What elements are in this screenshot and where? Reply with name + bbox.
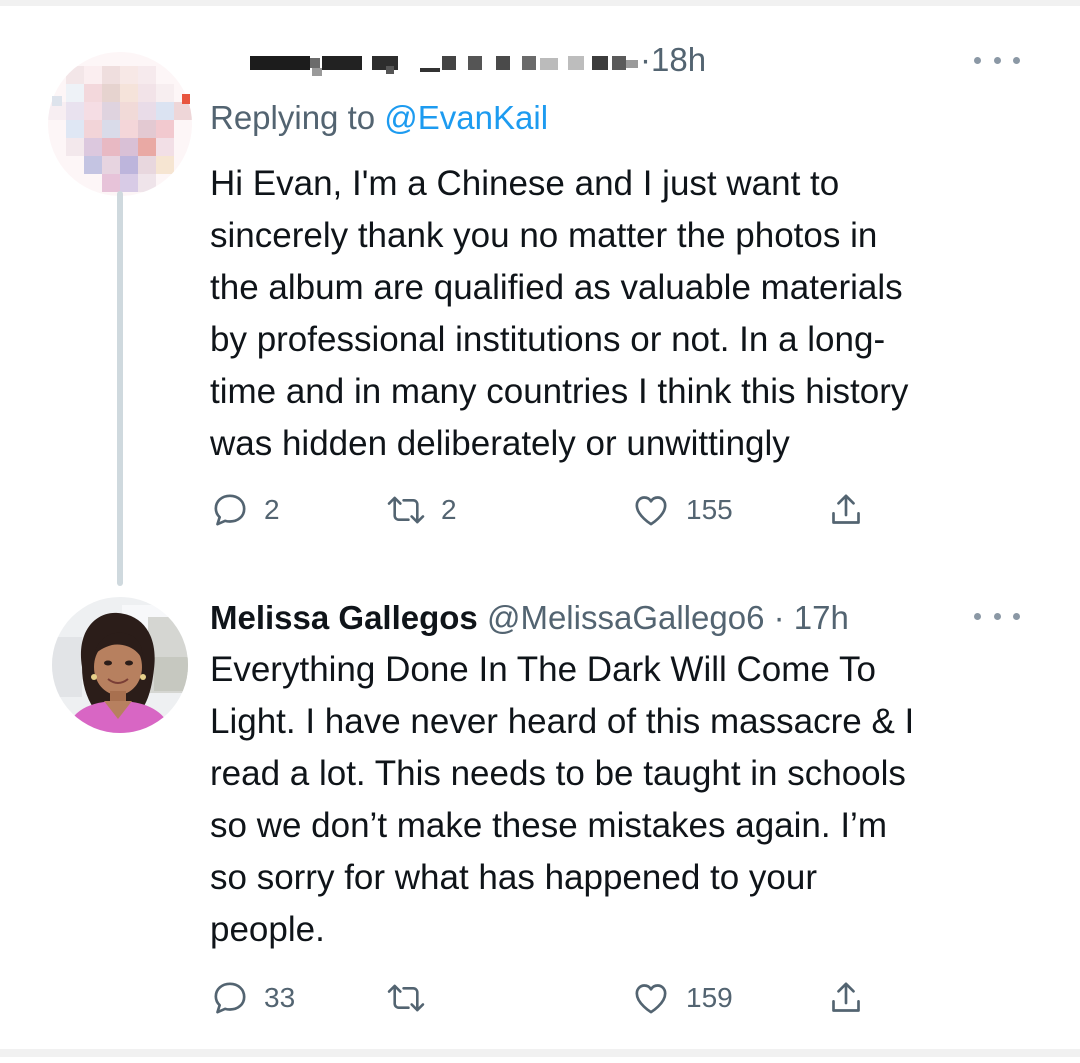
heart-icon	[630, 978, 672, 1018]
separator-dot: ·	[640, 41, 651, 78]
replying-to-line: Replying to @EvanKail	[210, 98, 548, 138]
reply-count: 33	[264, 982, 296, 1013]
avatar-profile-photo-icon[interactable]	[52, 597, 188, 733]
retweet-count: 2	[441, 494, 457, 525]
reply-count: 2	[264, 494, 280, 525]
tweet-actions: 33 159	[210, 976, 910, 1020]
reply-button[interactable]: 2	[210, 488, 280, 532]
tweet-actions: 2 2 155	[210, 488, 910, 532]
like-button[interactable]: 159	[630, 976, 733, 1020]
tweet-text: Everything Done In The Dark Will Come To…	[210, 650, 915, 949]
like-count: 155	[686, 494, 733, 525]
more-horizontal-icon[interactable]	[974, 596, 1020, 636]
separator-dot: ·	[764, 599, 794, 636]
speech-bubble-icon	[210, 490, 250, 530]
retweet-arrows-icon	[385, 978, 427, 1018]
share-button[interactable]	[826, 488, 866, 532]
display-name[interactable]: Melissa Gallegos	[210, 599, 478, 636]
speech-bubble-icon	[210, 978, 250, 1018]
redacted-username-block	[210, 38, 640, 78]
thread-connector-line	[117, 191, 123, 586]
retweet-button[interactable]	[385, 976, 441, 1020]
retweet-button[interactable]: 2	[385, 488, 457, 532]
avatar-pixelated-icon[interactable]	[48, 48, 198, 198]
heart-icon	[630, 490, 672, 530]
like-count: 159	[686, 982, 733, 1013]
mention-link[interactable]: @EvanKail	[384, 99, 548, 136]
tweet-timestamp[interactable]: 17h	[794, 599, 849, 636]
share-upload-icon	[826, 490, 866, 530]
user-handle[interactable]: @MelissaGallego6	[487, 599, 764, 636]
reply-button[interactable]: 33	[210, 976, 295, 1020]
tweet-reply-1[interactable]: ·18h Replying to @EvanKail Hi Evan, I'm …	[0, 6, 1080, 586]
more-horizontal-icon[interactable]	[974, 40, 1020, 80]
screenshot-frame: ·18h Replying to @EvanKail Hi Evan, I'm …	[0, 0, 1080, 1057]
tweet-header: ·18h	[210, 40, 706, 82]
share-button[interactable]	[826, 976, 866, 1020]
retweet-arrows-icon	[385, 490, 427, 530]
share-upload-icon	[826, 978, 866, 1018]
replying-label: Replying to	[210, 99, 376, 136]
tweet-text: Hi Evan, I'm a Chinese and I just want t…	[210, 164, 909, 463]
tweet-timestamp[interactable]: 18h	[651, 41, 706, 78]
tweet-header: Melissa Gallegos @MelissaGallego6 · 17h	[210, 598, 849, 638]
like-button[interactable]: 155	[630, 488, 733, 532]
